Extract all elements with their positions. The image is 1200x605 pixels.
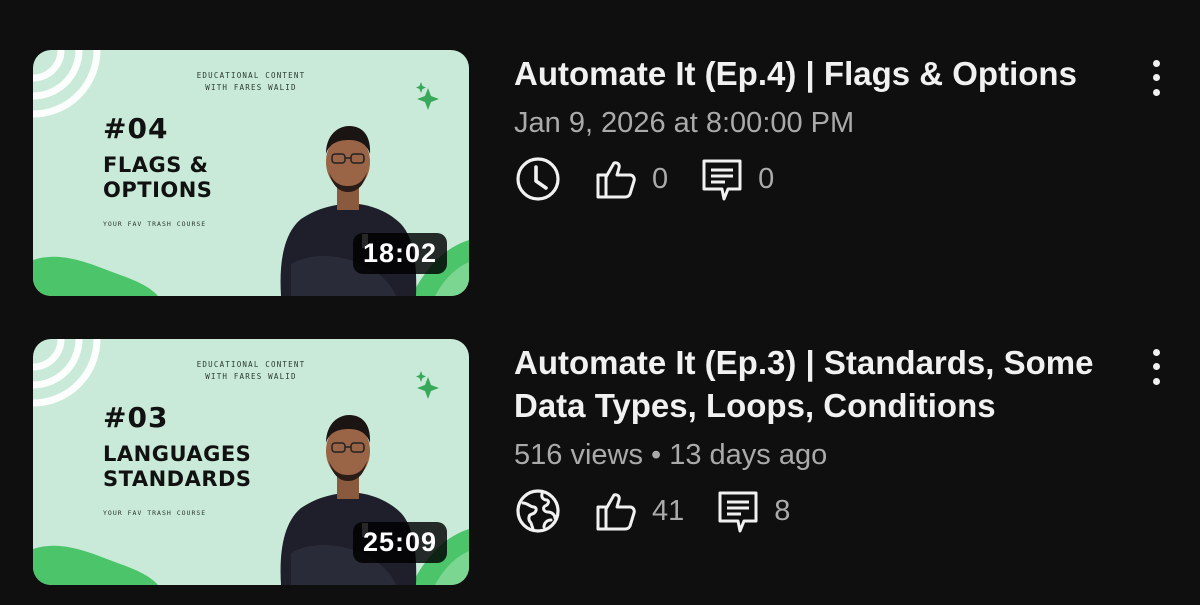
video-stats: 0 0 <box>514 154 1134 204</box>
clock-icon <box>514 155 562 203</box>
comment-icon[interactable] <box>714 487 762 535</box>
thumbnail-course-label: Your fav trash course <box>103 220 207 228</box>
comment-count: 0 <box>758 162 775 195</box>
video-meta: 516 views • 13 days ago <box>514 439 828 471</box>
thumbnail-header: Educational Content With Fares Walid <box>196 360 306 381</box>
thumbs-up-icon[interactable] <box>592 155 640 203</box>
duration-badge: 25:09 <box>352 522 447 563</box>
video-info: Automate It (Ep.4) | Flags & Options Jan… <box>514 50 1134 204</box>
comment-count: 8 <box>774 494 791 527</box>
comment-icon[interactable] <box>698 155 746 203</box>
like-count: 0 <box>652 162 669 195</box>
thumbnail-episode-number: #04 <box>103 112 169 145</box>
video-thumbnail[interactable]: Educational Content With Fares Walid #03… <box>33 339 469 585</box>
video-stats: 41 8 <box>514 486 1134 536</box>
video-row[interactable]: Educational Content With Fares Walid #04… <box>0 50 1200 300</box>
video-title[interactable]: Automate It (Ep.4) | Flags & Options <box>514 50 1134 95</box>
video-title[interactable]: Automate It (Ep.3) | Standards, Some Dat… <box>514 339 1134 427</box>
thumbnail-episode-number: #03 <box>103 401 169 434</box>
duration-badge: 18:02 <box>352 233 447 274</box>
thumbnail-episode-title: LANGUAGES STANDARDS <box>103 442 252 491</box>
thumbnail-episode-title: FLAGS & OPTIONS <box>103 153 213 202</box>
like-count: 41 <box>652 494 685 527</box>
more-options-icon[interactable] <box>1140 56 1172 100</box>
video-row[interactable]: Educational Content With Fares Walid #03… <box>0 339 1200 589</box>
thumbnail-course-label: Your fav trash course <box>103 509 207 517</box>
video-meta: Jan 9, 2026 at 8:00:00 PM <box>514 107 855 139</box>
thumbnail-header: Educational Content With Fares Walid <box>196 71 306 92</box>
globe-icon <box>514 487 562 535</box>
thumbs-up-icon[interactable] <box>592 487 640 535</box>
more-options-icon[interactable] <box>1140 345 1172 389</box>
video-info: Automate It (Ep.3) | Standards, Some Dat… <box>514 339 1134 536</box>
video-thumbnail[interactable]: Educational Content With Fares Walid #04… <box>33 50 469 296</box>
